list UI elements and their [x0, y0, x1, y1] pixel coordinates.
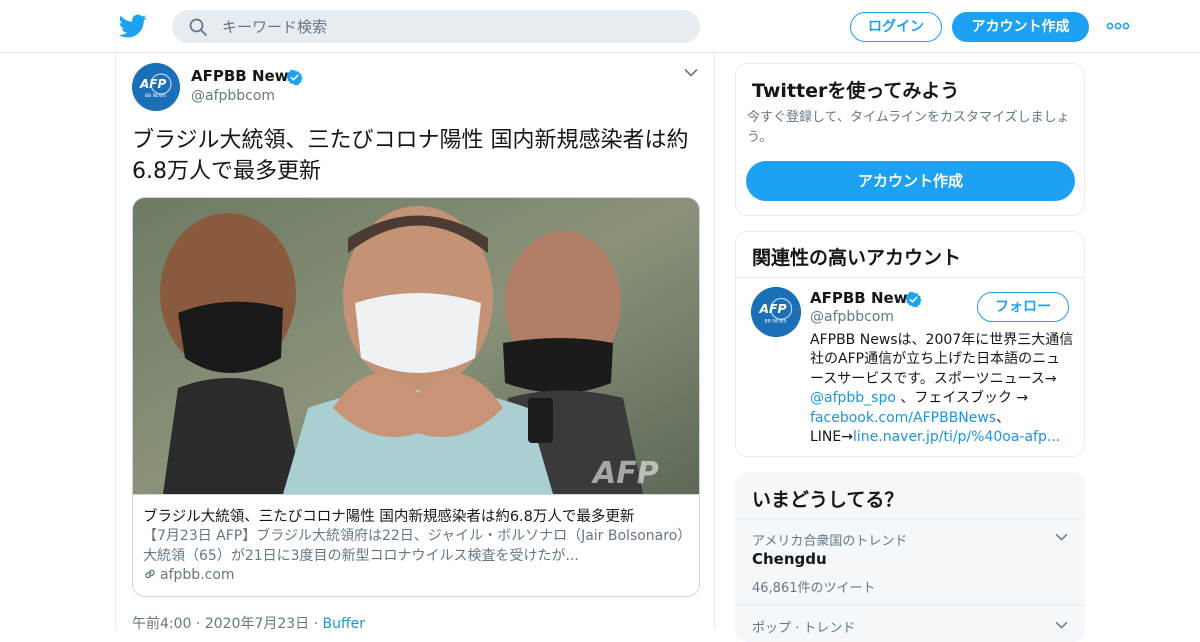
tweet-text: ブラジル大統領、三たびコロナ陽性 国内新規感染者は約6.8万人で最多更新: [132, 128, 689, 184]
divider: [736, 605, 1084, 606]
afp-logo: AFP BB NEWS: [132, 63, 180, 111]
verified-badge-icon: [905, 291, 922, 308]
divider: [736, 277, 1084, 278]
chevron-down-icon[interactable]: [1055, 621, 1068, 630]
related-panel-heading: 関連性の高いアカウント: [752, 247, 962, 269]
link-icon: [145, 569, 155, 579]
related-accounts-panel: 関連性の高いアカウント AFP BB NEWS AFPBB News @afpb…: [735, 231, 1085, 457]
card-domain-text: afpbb.com: [160, 567, 235, 583]
bio-link-line[interactable]: line.naver.jp/ti/p/%40oa-afp...: [853, 429, 1060, 445]
svg-text:AFP: AFP: [758, 301, 786, 316]
bio-link-mention[interactable]: @afpbb_spo: [810, 390, 896, 406]
svg-text:BB NEWS: BB NEWS: [145, 93, 166, 99]
login-button[interactable]: ログイン: [850, 12, 942, 42]
search-box[interactable]: [172, 10, 700, 43]
more-dots-icon[interactable]: [1106, 18, 1130, 34]
related-account-handle[interactable]: @afpbbcom: [810, 309, 894, 325]
link-card[interactable]: AFP ブラジル大統領、三たびコロナ陽性 国内新規感染者は約6.8万人で最多更新…: [132, 197, 700, 597]
bio-text: 、フェイスブック →: [895, 390, 1029, 407]
user-name[interactable]: AFPBB News: [191, 67, 297, 85]
bio-link-facebook[interactable]: facebook.com/AFPBBNews: [810, 410, 996, 426]
card-title: ブラジル大統領、三たびコロナ陽性 国内新規感染者は約6.8万人で最多更新: [143, 509, 635, 525]
svg-text:BB NEWS: BB NEWS: [765, 318, 787, 324]
card-description: 【7月23日 AFP】ブラジル大統領府は22日、ジャイル・ボルソナロ（Jair …: [143, 528, 685, 564]
avatar[interactable]: AFP BB NEWS: [132, 63, 180, 111]
tweet-detail: AFP BB NEWS AFPBB News @afpbbcom ブラジル大統領…: [115, 53, 715, 632]
signup-panel: Twitterを使ってみよう 今すぐ登録して、タイムラインをカスタマイズしましょ…: [735, 63, 1085, 216]
related-account-bio: AFPBB Newsは、2007年に世界三大通信社のAFP通信が立ち上げた日本語…: [810, 331, 1074, 449]
trends-panel: いまどうしてる？ アメリカ合衆国のトレンド Chengdu 46,861件のツイ…: [735, 472, 1085, 642]
card-body: ブラジル大統領、三たびコロナ陽性 国内新規感染者は約6.8万人で最多更新 【7月…: [133, 494, 699, 596]
trend-name[interactable]: Chengdu: [752, 550, 827, 568]
chevron-down-icon[interactable]: [1055, 533, 1068, 542]
avatar[interactable]: AFP BB NEWS: [751, 287, 801, 337]
user-handle[interactable]: @afpbbcom: [191, 88, 275, 104]
verified-badge-icon: [286, 69, 303, 86]
tweet-meta: 午前4:00 · 2020年7月23日 · Buffer: [132, 616, 366, 632]
card-image: AFP: [133, 198, 699, 494]
svg-text:AFP: AFP: [139, 77, 166, 91]
related-account-name[interactable]: AFPBB News: [810, 289, 916, 307]
card-domain: afpbb.com: [143, 567, 235, 583]
signup-panel-button[interactable]: アカウント作成: [746, 161, 1075, 201]
bio-text: AFPBB Newsは、2007年に世界三大通信社のAFP通信が立ち上げた日本語…: [810, 332, 1074, 387]
chevron-down-icon[interactable]: [684, 68, 698, 78]
trend-count: 46,861件のツイート: [752, 581, 876, 596]
trend-context: ポップ · トレンド: [752, 621, 856, 636]
afp-logo: AFP BB NEWS: [751, 287, 801, 337]
signup-button[interactable]: アカウント作成: [952, 12, 1089, 42]
twitter-bird-icon[interactable]: [118, 12, 148, 40]
divider: [736, 518, 1084, 519]
afp-watermark: AFP: [591, 456, 659, 491]
search-input[interactable]: [222, 10, 682, 43]
top-navigation-bar: ログイン アカウント作成: [0, 0, 1200, 53]
search-icon: [189, 18, 207, 36]
news-photo: AFP: [133, 198, 699, 494]
follow-button[interactable]: フォロー: [977, 292, 1069, 322]
signup-panel-heading: Twitterを使ってみよう: [752, 80, 960, 102]
trends-panel-heading: いまどうしてる？: [752, 489, 904, 511]
signup-panel-subtext: 今すぐ登録して、タイムラインをカスタマイズしましょう。: [747, 110, 1070, 145]
trend-context: アメリカ合衆国のトレンド: [752, 534, 908, 549]
